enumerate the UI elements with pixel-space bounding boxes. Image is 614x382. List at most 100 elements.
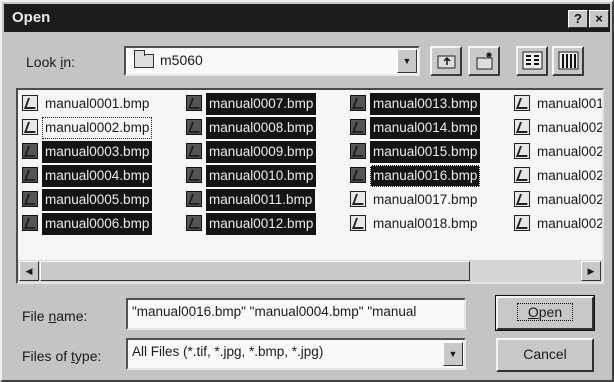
bitmap-file-icon — [22, 167, 38, 183]
bitmap-file-icon — [350, 167, 366, 183]
file-item[interactable]: manual002 — [510, 188, 602, 212]
open-dialog: Open ? × Look in: m5060 ▼ manual0001.bmp… — [0, 0, 614, 382]
bitmap-file-icon — [350, 119, 366, 135]
file-name: manual002 — [537, 120, 604, 135]
file-name: manual0010.bmp — [206, 165, 317, 187]
list-view-button[interactable] — [516, 46, 548, 76]
scroll-right-arrow-icon[interactable]: ▶ — [581, 261, 601, 281]
details-view-button[interactable] — [552, 46, 584, 76]
file-item[interactable]: manual0017.bmp — [346, 188, 498, 212]
list-view-icon — [522, 51, 543, 70]
file-item[interactable]: manual0005.bmp — [18, 188, 170, 212]
file-item[interactable]: manual0014.bmp — [346, 116, 498, 140]
look-in-dropdown[interactable]: m5060 ▼ — [124, 46, 420, 76]
file-name: manual002 — [537, 144, 604, 159]
file-name-label: File name: — [22, 308, 88, 324]
file-item[interactable]: manual0012.bmp — [182, 212, 334, 236]
file-item[interactable]: manual0004.bmp — [18, 164, 170, 188]
file-item[interactable]: manual0015.bmp — [346, 140, 498, 164]
file-name: manual0013.bmp — [370, 93, 481, 115]
file-item[interactable]: manual001 — [510, 92, 604, 116]
bitmap-file-icon — [186, 119, 202, 135]
file-item[interactable]: manual0011.bmp — [182, 188, 334, 212]
bitmap-file-icon — [350, 191, 366, 207]
scroll-left-arrow-icon[interactable]: ◀ — [19, 261, 39, 281]
file-item[interactable]: manual0009.bmp — [182, 140, 334, 164]
file-name: manual002 — [537, 168, 604, 183]
new-folder-button[interactable] — [468, 46, 500, 76]
new-folder-icon — [476, 52, 493, 70]
bitmap-file-icon — [514, 191, 530, 207]
file-name: manual0017.bmp — [373, 192, 478, 207]
bitmap-file-icon — [350, 143, 366, 159]
file-name: manual0005.bmp — [42, 189, 153, 211]
file-name: manual0008.bmp — [206, 117, 317, 139]
horizontal-scrollbar[interactable]: ◀ ▶ — [18, 260, 602, 282]
bitmap-file-icon — [514, 167, 530, 183]
bitmap-file-icon — [514, 95, 530, 111]
file-column-1: manual0001.bmp manual0002.bmp manual0003… — [18, 92, 170, 236]
file-name: manual0002.bmp — [42, 117, 153, 139]
file-column-4: manual001 manual002 manual002 manual002 … — [510, 92, 604, 236]
file-name: manual0014.bmp — [370, 117, 481, 139]
up-one-level-button[interactable] — [430, 46, 462, 76]
file-item[interactable]: manual0010.bmp — [182, 164, 334, 188]
files-of-type-label: Files of type: — [22, 348, 102, 364]
file-name: manual0012.bmp — [206, 213, 317, 235]
file-name: manual0006.bmp — [42, 213, 153, 235]
window-title: Open — [12, 9, 51, 26]
file-item[interactable]: manual0008.bmp — [182, 116, 334, 140]
bitmap-file-icon — [350, 95, 366, 111]
help-button[interactable]: ? — [568, 10, 588, 28]
file-name: manual0007.bmp — [206, 93, 317, 115]
file-item[interactable]: manual002 — [510, 116, 604, 140]
file-item[interactable]: manual002 — [510, 212, 604, 236]
file-name: manual0011.bmp — [206, 189, 316, 211]
bitmap-file-icon — [186, 167, 202, 183]
file-column-2: manual0007.bmp manual0008.bmp manual0009… — [182, 92, 334, 236]
bitmap-file-icon — [186, 215, 202, 231]
bitmap-file-icon — [22, 191, 38, 207]
look-in-label: Look in: — [26, 54, 76, 70]
bitmap-file-icon — [186, 95, 202, 111]
chevron-down-icon[interactable]: ▼ — [397, 49, 417, 73]
file-item[interactable]: manual002 — [510, 164, 604, 188]
file-type-value: All Files (*.tif, *.jpg, *.bmp, *.jpg) — [132, 344, 324, 359]
scroll-thumb[interactable] — [40, 261, 470, 281]
bitmap-file-icon — [186, 143, 202, 159]
file-item[interactable]: manual0018.bmp — [346, 212, 498, 236]
file-item[interactable]: manual002 — [510, 140, 604, 164]
bitmap-file-icon — [22, 143, 38, 159]
cancel-button[interactable]: Cancel — [496, 338, 594, 372]
file-type-dropdown[interactable]: All Files (*.tif, *.jpg, *.bmp, *.jpg) ▼ — [126, 338, 466, 370]
close-button[interactable]: × — [589, 10, 609, 28]
file-name-input[interactable]: "manual0016.bmp" "manual0004.bmp" "manua… — [126, 298, 466, 330]
look-in-value: m5060 — [160, 52, 203, 68]
file-column-3: manual0013.bmp manual0014.bmp manual0015… — [346, 92, 498, 236]
file-name: manual0004.bmp — [42, 165, 153, 187]
file-item[interactable]: manual0013.bmp — [346, 92, 498, 116]
bitmap-file-icon — [186, 191, 202, 207]
file-name: manual002 — [537, 216, 604, 231]
chevron-down-icon[interactable]: ▼ — [443, 342, 463, 366]
file-name: manual0016.bmp — [370, 165, 481, 187]
file-name: manual001 — [537, 96, 604, 111]
file-item[interactable]: manual0001.bmp — [18, 92, 170, 116]
bitmap-file-icon — [350, 215, 366, 231]
bitmap-file-icon — [22, 95, 38, 111]
file-item[interactable]: manual0003.bmp — [18, 140, 170, 164]
file-name: manual0009.bmp — [206, 141, 317, 163]
file-item[interactable]: manual0006.bmp — [18, 212, 170, 236]
bitmap-file-icon — [514, 143, 530, 159]
file-list[interactable]: manual0001.bmp manual0002.bmp manual0003… — [16, 88, 604, 284]
file-item[interactable]: manual0007.bmp — [182, 92, 334, 116]
bitmap-file-icon — [514, 215, 530, 231]
open-button[interactable]: Open — [495, 295, 595, 331]
file-name: manual0018.bmp — [373, 216, 478, 231]
file-item[interactable]: manual0016.bmp — [346, 164, 498, 188]
title-bar[interactable]: Open ? × — [4, 4, 610, 32]
bitmap-file-icon — [22, 215, 38, 231]
file-name: manual0003.bmp — [42, 141, 153, 163]
file-item[interactable]: manual0002.bmp — [18, 116, 170, 140]
details-view-icon — [558, 51, 579, 70]
